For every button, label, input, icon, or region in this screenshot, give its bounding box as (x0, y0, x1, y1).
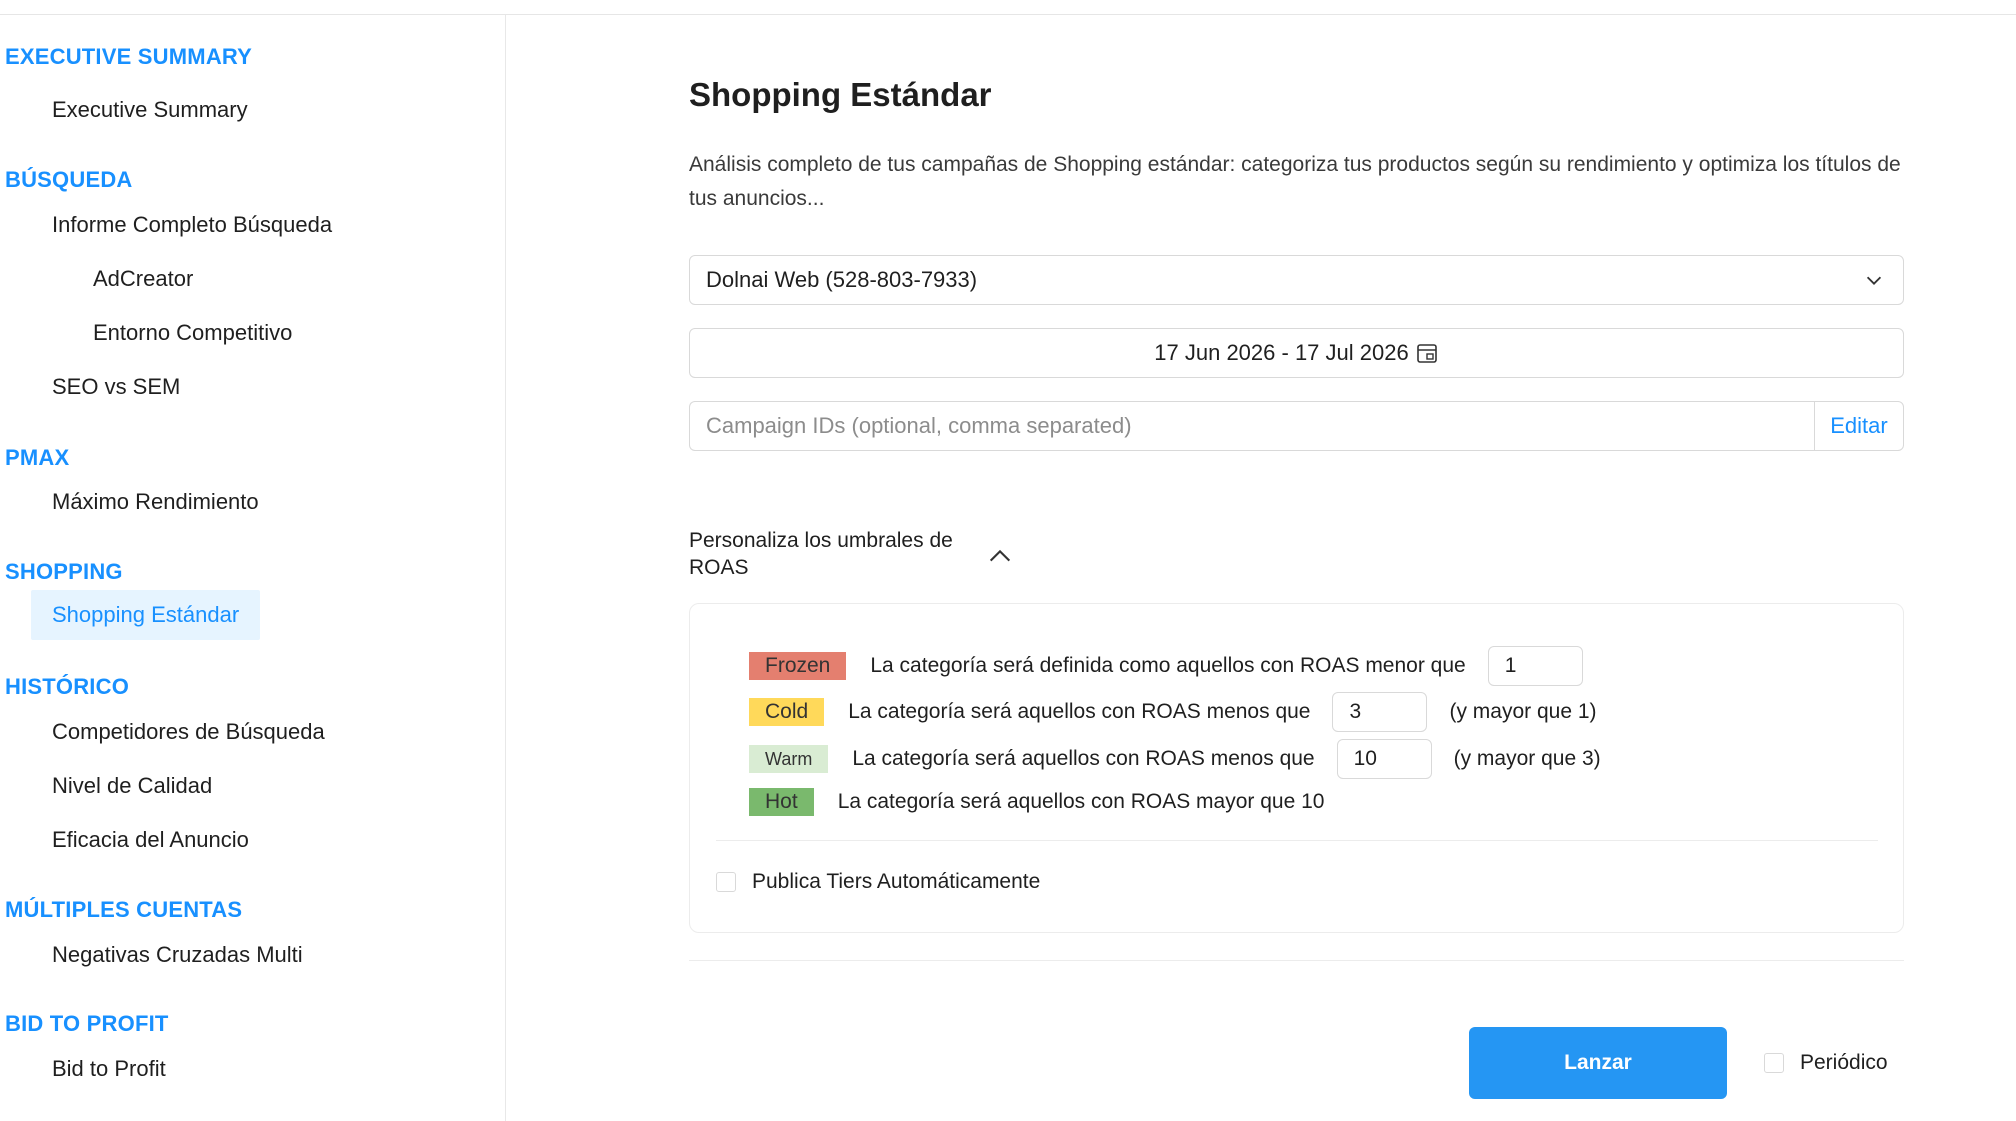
sidebar-item-negativas-cruzadas-multi[interactable]: Negativas Cruzadas Multi (52, 942, 303, 968)
content-divider (689, 960, 1904, 961)
sidebar-item-eficacia-anuncio[interactable]: Eficacia del Anuncio (52, 827, 249, 853)
edit-button[interactable]: Editar (1814, 401, 1904, 451)
tier-row-frozen: Frozen La categoría será definida como a… (749, 646, 1583, 686)
thresholds-collapse-header[interactable]: Personaliza los umbrales de ROAS (689, 527, 989, 581)
section-bid-to-profit: BID TO PROFIT (5, 1011, 169, 1036)
sidebar-item-seo-vs-sem[interactable]: SEO vs SEM (52, 374, 180, 400)
section-shopping: SHOPPING (5, 559, 123, 584)
cold-threshold-input[interactable] (1332, 692, 1428, 732)
launch-button[interactable]: Lanzar (1469, 1027, 1727, 1099)
warm-threshold-input[interactable] (1336, 739, 1432, 779)
periodic-row: Periódico (1764, 1051, 1888, 1075)
periodic-label: Periódico (1800, 1051, 1888, 1074)
panel-divider (716, 840, 1878, 841)
account-select-value: Dolnai Web (528-803-7933) (706, 267, 978, 292)
sidebar-item-bid-to-profit[interactable]: Bid to Profit (52, 1056, 166, 1082)
section-multiples-cuentas: MÚLTIPLES CUENTAS (5, 897, 243, 922)
section-executive-summary: EXECUTIVE SUMMARY (5, 44, 253, 69)
sidebar-item-executive-summary[interactable]: Executive Summary (52, 97, 248, 123)
campaign-ids-group: Editar (689, 401, 1904, 451)
section-pmax: PMAX (5, 445, 70, 470)
sidebar-item-competidores-busqueda[interactable]: Competidores de Búsqueda (52, 719, 325, 745)
tier-text-hot: La categoría será aquellos con ROAS mayo… (837, 790, 1325, 813)
tier-text-warm: La categoría será aquellos con ROAS meno… (852, 747, 1315, 770)
tier-row-hot: Hot La categoría será aquellos con ROAS … (749, 788, 1324, 816)
main-content: Shopping Estándar Análisis completo de t… (506, 15, 2016, 1121)
account-select[interactable]: Dolnai Web (528-803-7933) (689, 255, 1904, 305)
tier-row-cold: Cold La categoría será aquellos con ROAS… (749, 692, 1597, 732)
auto-publish-row: Publica Tiers Automáticamente (716, 870, 1040, 894)
calendar-icon (1416, 344, 1437, 363)
top-bar (0, 0, 2016, 15)
tier-row-warm: Warm La categoría será aquellos con ROAS… (749, 739, 1601, 779)
tier-suffix-cold: (y mayor que 1) (1449, 700, 1597, 723)
tier-tag-hot: Hot (749, 788, 814, 816)
date-range-picker[interactable]: 17 Jun 2026 - 17 Jul 2026 (689, 328, 1904, 378)
auto-publish-checkbox[interactable] (716, 872, 736, 892)
thresholds-panel: Frozen La categoría será definida como a… (689, 603, 1904, 933)
tier-text-cold: La categoría será aquellos con ROAS meno… (848, 700, 1311, 723)
tier-tag-frozen: Frozen (749, 652, 847, 680)
tier-text-frozen: La categoría será definida como aquellos… (870, 654, 1466, 677)
date-range-value: 17 Jun 2026 - 17 Jul 2026 (1154, 340, 1409, 365)
tier-tag-warm: Warm (749, 745, 829, 773)
frozen-threshold-input[interactable] (1487, 646, 1583, 686)
sidebar-item-maximo-rendimiento[interactable]: Máximo Rendimiento (52, 489, 259, 515)
chevron-up-icon[interactable] (986, 542, 1014, 570)
sidebar-item-informe-completo-busqueda[interactable]: Informe Completo Búsqueda (52, 212, 332, 238)
tier-suffix-warm: (y mayor que 3) (1453, 747, 1601, 770)
sidebar-item-shopping-estandar[interactable]: Shopping Estándar (31, 590, 261, 640)
sidebar-item-adcreator[interactable]: AdCreator (93, 266, 193, 292)
page-title: Shopping Estándar (689, 76, 992, 113)
sidebar: EXECUTIVE SUMMARY Executive Summary BÚSQ… (0, 15, 506, 1121)
campaign-ids-input[interactable] (689, 401, 1814, 451)
page-description: Análisis completo de tus campañas de Sho… (689, 153, 1901, 210)
auto-publish-label: Publica Tiers Automáticamente (752, 870, 1041, 893)
sidebar-item-entorno-competitivo[interactable]: Entorno Competitivo (93, 320, 292, 346)
sidebar-item-nivel-calidad[interactable]: Nivel de Calidad (52, 773, 212, 799)
section-busqueda: BÚSQUEDA (5, 167, 133, 192)
chevron-down-icon (1866, 276, 1882, 285)
section-historico: HISTÓRICO (5, 674, 130, 699)
periodic-checkbox[interactable] (1764, 1053, 1784, 1073)
tier-tag-cold: Cold (749, 698, 825, 726)
